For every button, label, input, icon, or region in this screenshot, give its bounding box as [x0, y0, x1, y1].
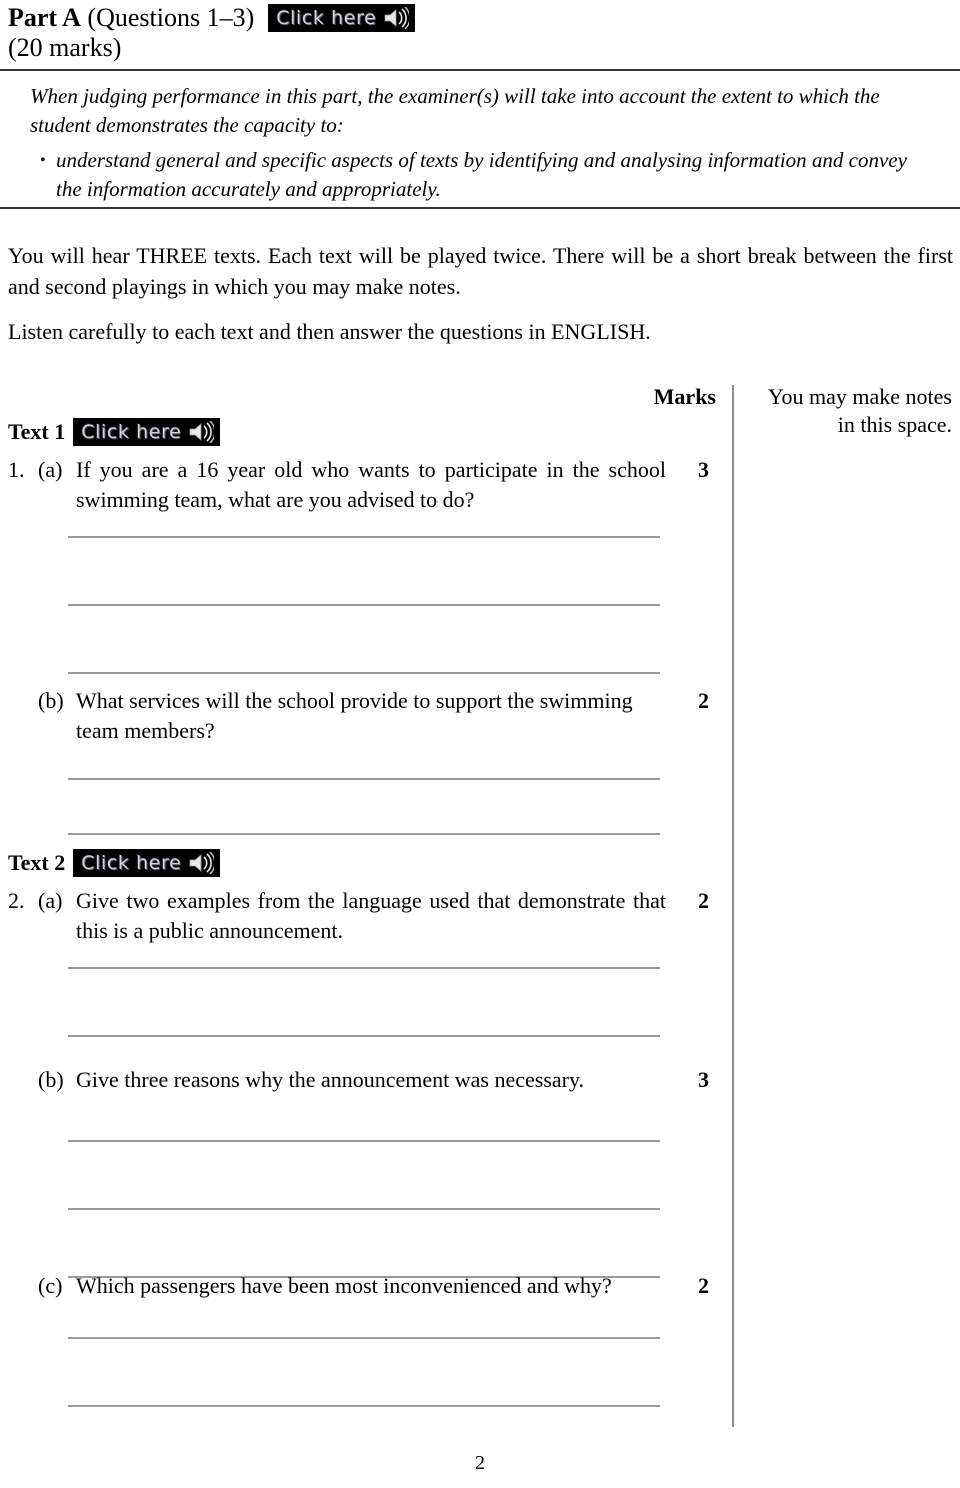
page-title: Part A (Questions 1–3)	[8, 2, 254, 34]
part-label: Part A	[8, 3, 81, 32]
answer-line[interactable]	[68, 672, 660, 674]
question-marks: 2	[698, 888, 709, 913]
criteria-bullet-item: • understand general and specific aspect…	[30, 146, 918, 204]
part-questions-range: (Questions 1–3)	[87, 3, 255, 32]
audio-play-button-text-1[interactable]: Click here	[73, 418, 221, 446]
question-1a: 1. (a) If you are a 16 year old who want…	[8, 455, 709, 515]
question-2c: (c) Which passengers have been most inco…	[8, 1271, 709, 1301]
bullet-icon: •	[40, 152, 46, 169]
criteria-bullet-text: understand general and specific aspects …	[56, 148, 907, 201]
text-1-row: Text 1 Click here	[8, 418, 221, 446]
question-2a: 2. (a) Give two examples from the langua…	[8, 886, 709, 946]
audio-button-label: Click here	[276, 7, 377, 29]
question-letter: (b)	[38, 1067, 64, 1092]
question-letter: (b)	[38, 688, 64, 713]
exam-page: Part A (Questions 1–3) Click here (20 ma…	[0, 0, 960, 1488]
text-2-row: Text 2 Click here	[8, 849, 221, 877]
speaker-icon	[383, 6, 411, 30]
answer-line[interactable]	[68, 604, 660, 606]
speaker-icon	[188, 851, 216, 875]
question-text: Give two examples from the language used…	[76, 888, 666, 943]
notes-header-line-2: in this space.	[837, 412, 952, 437]
question-number: 2.	[8, 888, 25, 913]
audio-play-button-text-2[interactable]: Click here	[73, 849, 221, 877]
audio-play-button-part-a[interactable]: Click here	[268, 4, 416, 32]
question-letter: (a)	[38, 888, 63, 913]
question-number: 1.	[8, 457, 25, 482]
assessment-criteria-block: When judging performance in this part, t…	[30, 82, 918, 204]
question-1b: (b) What services will the school provid…	[8, 686, 709, 746]
answer-line[interactable]	[68, 967, 660, 969]
question-marks: 2	[698, 1273, 709, 1298]
question-2b: (b) Give three reasons why the announcem…	[8, 1065, 709, 1095]
question-text: What services will the school provide to…	[76, 688, 633, 743]
answer-line[interactable]	[68, 1035, 660, 1037]
divider-top	[0, 69, 960, 71]
marks-column-header: Marks	[653, 384, 716, 409]
notes-header-line-1: You may make notes	[767, 384, 952, 409]
text-1-label: Text 1	[8, 419, 66, 444]
audio-button-label: Click here	[81, 852, 182, 874]
question-text: Give three reasons why the announcement …	[76, 1067, 585, 1092]
question-letter: (c)	[38, 1273, 63, 1298]
question-text: Which passengers have been most inconven…	[76, 1273, 612, 1298]
answer-line[interactable]	[68, 536, 660, 538]
answer-line[interactable]	[68, 833, 660, 835]
page-number: 2	[475, 1452, 485, 1474]
divider-bottom	[0, 207, 960, 209]
answer-line[interactable]	[68, 778, 660, 780]
criteria-intro: When judging performance in this part, t…	[30, 84, 880, 137]
part-header: Part A (Questions 1–3) Click here	[8, 2, 708, 34]
question-marks: 3	[698, 457, 709, 482]
answer-line[interactable]	[68, 1337, 660, 1339]
question-marks: 2	[698, 688, 709, 713]
notes-column-header: You may make notes in this space.	[752, 383, 952, 439]
question-marks: 3	[698, 1067, 709, 1092]
notes-column-divider	[732, 385, 734, 1427]
question-text: If you are a 16 year old who wants to pa…	[76, 457, 666, 512]
answer-language-instruction: Listen carefully to each text and then a…	[8, 319, 651, 344]
audio-button-label: Click here	[81, 421, 182, 443]
answer-line[interactable]	[68, 1405, 660, 1407]
text-2-label: Text 2	[8, 850, 66, 875]
part-marks-total: (20 marks)	[8, 33, 122, 62]
answer-line[interactable]	[68, 1208, 660, 1210]
question-letter: (a)	[38, 457, 63, 482]
listening-instructions-paragraph: You will hear THREE texts. Each text wil…	[8, 243, 953, 299]
answer-line[interactable]	[68, 1140, 660, 1142]
speaker-icon	[188, 420, 216, 444]
